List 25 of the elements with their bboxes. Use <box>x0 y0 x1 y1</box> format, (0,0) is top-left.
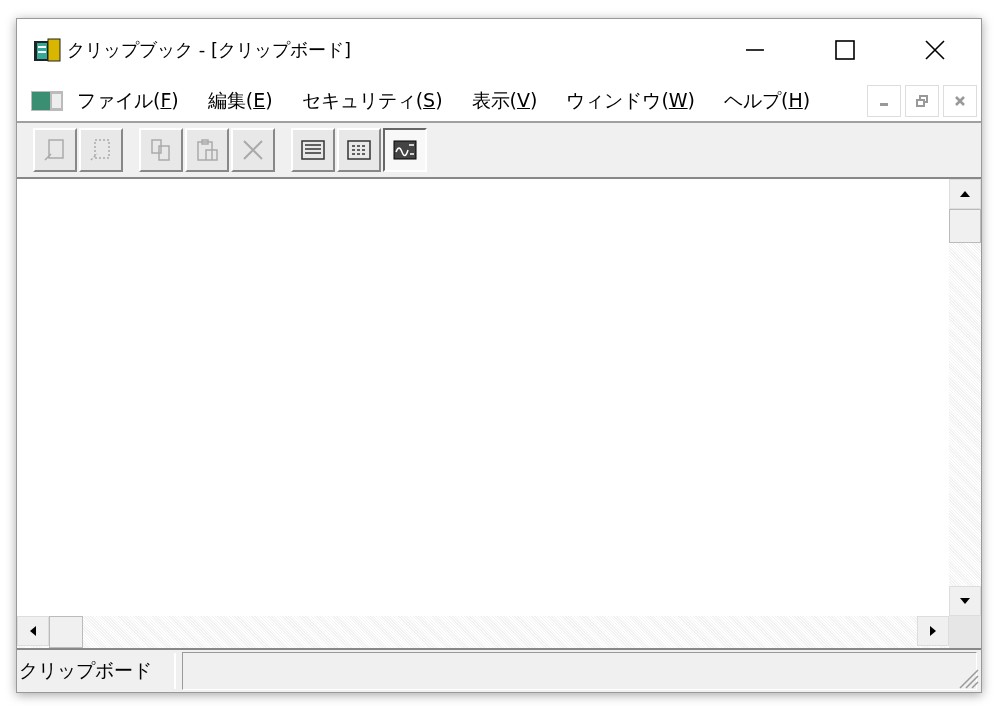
horizontal-scrollbar[interactable] <box>17 616 949 648</box>
menu-item[interactable]: セキュリティ(S) <box>287 88 443 114</box>
grid-button[interactable] <box>337 128 381 172</box>
down-arrow-icon[interactable] <box>959 597 971 605</box>
menu-item[interactable]: ウィンドウ(W) <box>552 88 696 114</box>
window-title: クリップブック - [クリップボード] <box>67 38 352 62</box>
clipbook-icon <box>33 37 63 63</box>
status-text: クリップボード <box>19 653 176 689</box>
restore-icon[interactable] <box>905 85 939 117</box>
menu-item[interactable]: 編集(E) <box>193 88 273 114</box>
up-arrow-icon[interactable] <box>959 190 971 198</box>
vertical-scrollbar[interactable] <box>949 179 981 616</box>
list-button[interactable] <box>291 128 335 172</box>
scroll-thumb[interactable] <box>49 616 83 648</box>
menu-item[interactable]: ヘルプ(H) <box>710 88 811 114</box>
resize-grip-icon[interactable] <box>957 667 979 689</box>
picture-button[interactable] <box>383 128 427 172</box>
document-icon[interactable] <box>31 90 63 112</box>
left-arrow-icon[interactable] <box>29 625 37 637</box>
close-icon[interactable] <box>925 40 945 60</box>
scroll-thumb[interactable] <box>949 209 981 243</box>
menu-item[interactable]: 表示(V) <box>457 88 538 114</box>
maximize-icon[interactable] <box>835 40 855 60</box>
menu-item[interactable]: ファイル(F) <box>63 88 179 114</box>
right-arrow-icon[interactable] <box>929 625 937 637</box>
